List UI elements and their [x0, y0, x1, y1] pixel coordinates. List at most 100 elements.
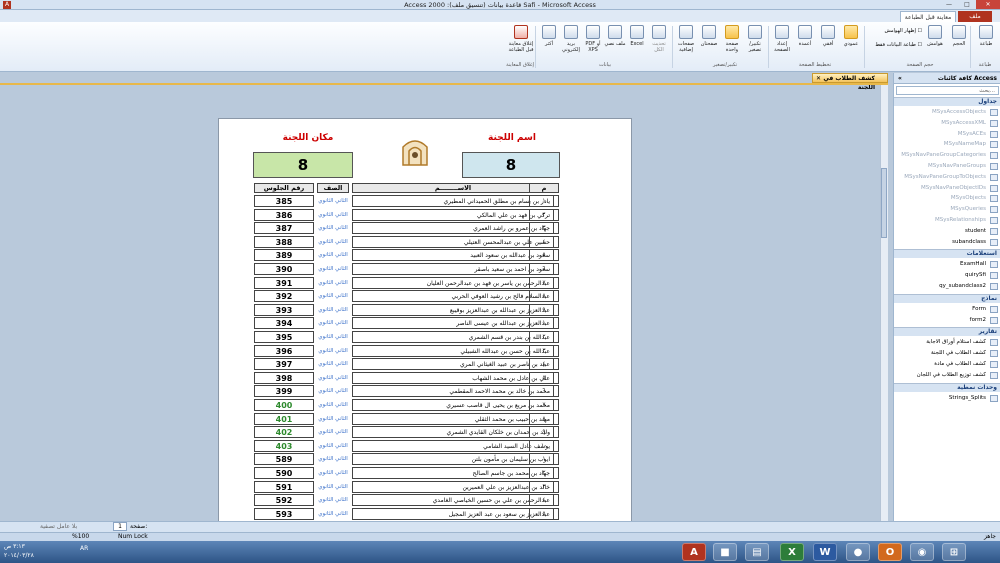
- close-tab-icon[interactable]: ✕: [816, 74, 821, 83]
- nav-item[interactable]: ExamHall: [894, 259, 1000, 270]
- nav-item[interactable]: MSysNameMap: [894, 139, 1000, 150]
- nav-item[interactable]: student: [894, 226, 1000, 237]
- nav-item[interactable]: MSysNavPaneGroups: [894, 161, 1000, 172]
- seat-number-cell: 590: [254, 467, 314, 479]
- show-margins-checkbox[interactable]: إظهار الهوامش ☐: [876, 28, 922, 34]
- nav-item[interactable]: MSysNavPaneGroupToObjects: [894, 172, 1000, 183]
- student-name-cell: يادر بن بسام بن مطلق الحميداني المطيري: [352, 195, 554, 207]
- nav-item[interactable]: MSysQueries: [894, 204, 1000, 215]
- tab-print-preview[interactable]: معاينة قبل الطباعة: [900, 11, 956, 22]
- zoom-button[interactable]: تكبير/تصغير: [744, 25, 766, 53]
- pdf-export-button[interactable]: PDF أو XPS: [582, 25, 604, 53]
- two-pages-button[interactable]: صفحتان: [698, 25, 720, 47]
- outlook-taskbar-icon[interactable]: O: [878, 543, 902, 561]
- ribbon-tabs: ملف معاينة قبل الطباعة: [0, 10, 1000, 22]
- windows-taskbar: A ■ ▤ X W ● O ◉ ⊞ AR ٣:١٣ ص ٢٠١٤/٠٣/٢٨: [0, 541, 1000, 563]
- index-cell: ٥: [529, 507, 559, 520]
- windows-start-icon[interactable]: ⊞: [942, 543, 966, 561]
- print-button[interactable]: طباعة: [975, 25, 997, 47]
- student-name-cell: سعود بن عبدالله بن سعود العبيد: [352, 249, 554, 262]
- nav-group-header[interactable]: استعلامات: [894, 249, 1000, 259]
- nav-item[interactable]: Strings_Splits: [894, 393, 1000, 404]
- landscape-button[interactable]: أفقي: [817, 25, 839, 47]
- report-document-tab[interactable]: كشف الطلاب في اللجنة ✕: [812, 73, 888, 91]
- nav-group-header[interactable]: تقارير: [894, 327, 1000, 337]
- chrome-taskbar-icon[interactable]: ◉: [910, 543, 934, 561]
- nav-item[interactable]: كشف الطلاب في اللجنة: [894, 348, 1000, 359]
- group-data: بيانات: [598, 62, 612, 68]
- nav-item[interactable]: كشف الطلاب في مادة: [894, 359, 1000, 370]
- more-pages-button[interactable]: صفحات إضافية: [675, 25, 697, 53]
- nav-item[interactable]: كشف توزيع الطلاب في اللجان: [894, 370, 1000, 381]
- table-row: 387 الثاني الثانوي جهاد بن عمرو بن راشد ال…: [219, 222, 631, 236]
- table-row: 392 الثاني الثانوي عبدالسلام فالح بن رشيد …: [219, 290, 631, 304]
- collapse-chevron-icon[interactable]: «: [898, 73, 902, 84]
- access-taskbar-icon[interactable]: A: [682, 543, 706, 561]
- nav-item[interactable]: MSysAccessXML: [894, 118, 1000, 129]
- tab-file[interactable]: ملف: [958, 11, 992, 22]
- table-row: 403 الثاني الثانوي يوسف عادل السيد الشامي ١…: [219, 439, 631, 454]
- nav-item[interactable]: MSysAccessObjects: [894, 107, 1000, 118]
- access-app-icon[interactable]: A: [2, 0, 12, 9]
- email-button[interactable]: بريد إلكتروني: [560, 25, 582, 53]
- print-data-only-checkbox[interactable]: طباعة البيانات فقط ☐: [866, 42, 922, 48]
- size-button[interactable]: الحجم: [948, 25, 970, 47]
- excel-taskbar-icon[interactable]: X: [780, 543, 804, 561]
- nav-item[interactable]: quirySfi: [894, 270, 1000, 281]
- class-cell: الثاني الثانوي: [318, 497, 348, 504]
- page-setup-button[interactable]: إعداد الصفحة: [771, 25, 793, 53]
- taskbar-app-icon[interactable]: ■: [713, 543, 737, 561]
- scrollbar-thumb[interactable]: [881, 168, 887, 238]
- object-icon: [990, 109, 998, 116]
- nav-item[interactable]: MSysObjects: [894, 193, 1000, 204]
- nav-item[interactable]: MSysACEs: [894, 129, 1000, 140]
- index-cell: ٢: [529, 208, 559, 221]
- one-page-button[interactable]: صفحة واحدة: [721, 25, 743, 53]
- filter-status[interactable]: بلا عامل تصفية: [40, 523, 77, 530]
- seat-number-cell: 402: [254, 426, 314, 439]
- more-button[interactable]: أكثر: [538, 25, 560, 47]
- nav-search-input[interactable]: بحث...: [896, 86, 999, 95]
- excel-export-button[interactable]: Excel: [626, 25, 648, 47]
- nav-group-header[interactable]: نماذج: [894, 293, 1000, 303]
- numlock-indicator: Num Lock: [118, 533, 148, 540]
- seat-number-cell: 400: [254, 399, 314, 411]
- object-icon: [990, 173, 998, 181]
- clock-time: ٣:١٣ ص: [4, 543, 25, 550]
- folder-taskbar-icon[interactable]: ▤: [745, 543, 769, 561]
- seat-number-cell: 392: [254, 290, 314, 303]
- zoom-percent[interactable]: %100: [72, 533, 89, 540]
- nav-item[interactable]: MSysNavPaneObjectIDs: [894, 183, 1000, 194]
- nav-pane-header[interactable]: كافة كائنات Access «: [894, 73, 1000, 84]
- maximize-button[interactable]: □: [958, 0, 976, 9]
- table-row: 399 الثاني الثانوي محمد بن خالد بن محمد ال…: [219, 385, 631, 399]
- page-number-input[interactable]: 1: [113, 522, 127, 531]
- nav-group-header[interactable]: وحدات نمطية: [894, 382, 1000, 392]
- firefox-taskbar-icon[interactable]: ●: [846, 543, 870, 561]
- portrait-button[interactable]: عمودي: [840, 25, 862, 47]
- header-class: الصف: [317, 183, 349, 193]
- nav-group-header[interactable]: جداول: [894, 97, 1000, 106]
- nav-item[interactable]: form2: [894, 315, 1000, 326]
- nav-item[interactable]: كشف استلام أوراق الاجابة: [894, 337, 1000, 348]
- minimize-button[interactable]: —: [940, 0, 958, 9]
- status-bar: جاهز Num Lock %100: [0, 532, 1000, 541]
- nav-item[interactable]: subandclass: [894, 237, 1000, 248]
- nav-item[interactable]: Form: [894, 304, 1000, 315]
- word-taskbar-icon[interactable]: W: [813, 543, 837, 561]
- table-row: 389 الثاني الثانوي سعود بن عبدالله بن سعود…: [219, 249, 631, 263]
- nav-item[interactable]: MSysRelationships: [894, 215, 1000, 226]
- close-preview-button[interactable]: إغلاق معاينة قبل الطباعة: [508, 25, 534, 53]
- refresh-all-button[interactable]: تحديث الكل: [648, 25, 670, 53]
- close-button[interactable]: ✕: [976, 0, 1000, 9]
- text-file-export-button[interactable]: ملف نصي: [604, 25, 626, 47]
- student-name-cell: عبدالرحمن بن ياسر بن فهد بن عبدالرحمن ال…: [352, 276, 554, 289]
- table-row: 390 الثاني الثانوي سعود بن احمد بن سعيد با…: [219, 263, 631, 277]
- language-indicator[interactable]: AR: [80, 545, 88, 552]
- columns-button[interactable]: أعمدة: [794, 25, 816, 47]
- margins-button[interactable]: هوامش: [924, 25, 946, 47]
- nav-item[interactable]: MSysNavPaneGroupCategories: [894, 150, 1000, 161]
- nav-item[interactable]: qy_subandclass2: [894, 281, 1000, 292]
- index-cell: ١: [529, 453, 559, 466]
- vertical-scrollbar[interactable]: [880, 85, 888, 521]
